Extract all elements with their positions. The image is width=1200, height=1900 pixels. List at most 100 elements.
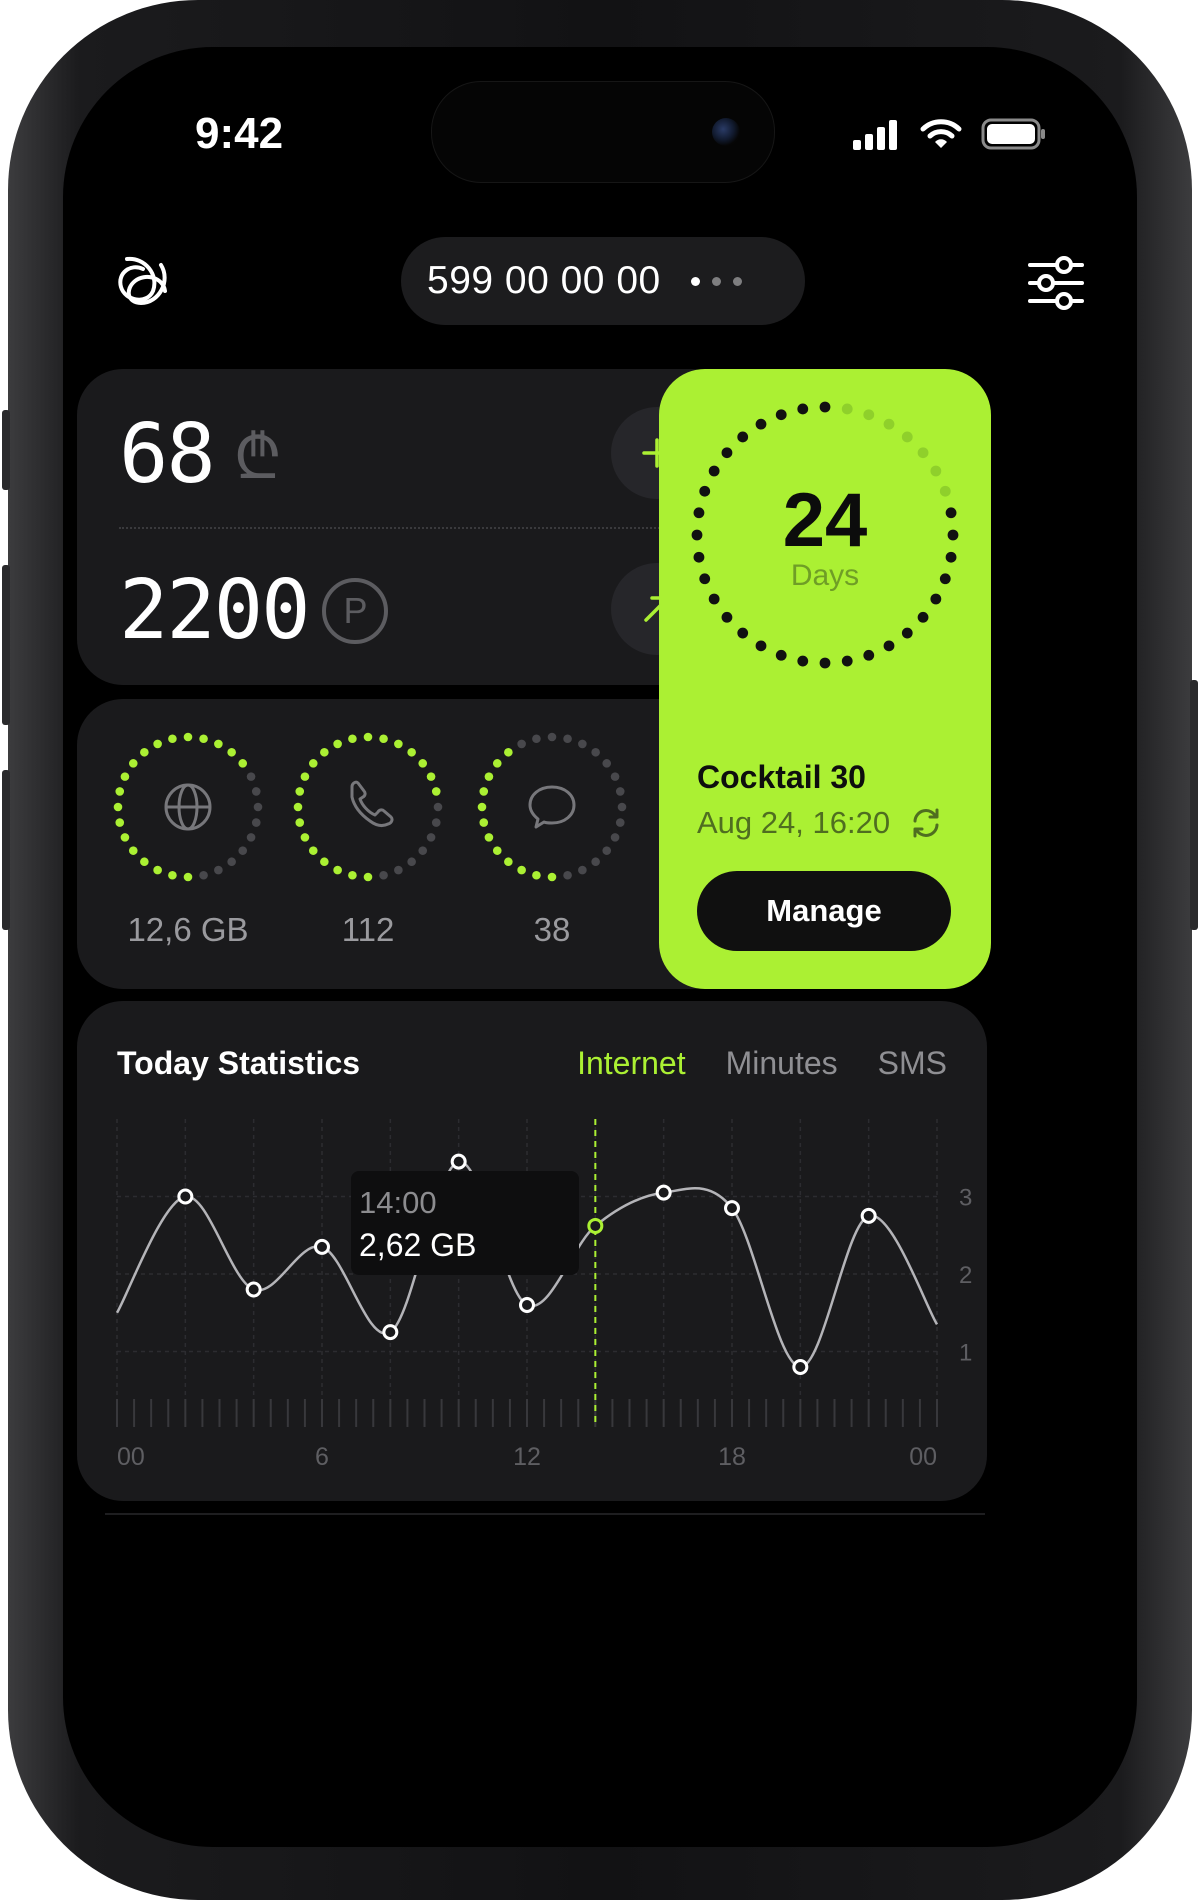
usage-ring-dot [617,802,627,812]
usage-ring-dot [295,787,305,796]
status-time: 9:42 [195,109,284,158]
points-symbol: P [343,589,368,631]
sms-usage[interactable]: 38 [467,729,637,949]
lari-currency-icon: ₾ [233,419,282,493]
days-remaining-value: 24 [782,478,868,563]
usage-ring-dot [251,818,261,827]
days-ring-dot [901,431,913,443]
data-point[interactable] [519,1297,535,1313]
days-ring-dot [863,409,875,421]
manage-button[interactable]: Manage [697,871,951,951]
days-ring-dot [819,657,831,669]
minutes-usage-value: 112 [341,911,395,948]
x-tick-label: 18 [718,1443,746,1471]
usage-ring-dot [140,747,149,757]
usage-ring-dot [602,846,612,855]
minutes-usage-ring [293,732,443,882]
days-ring-dot [917,447,929,459]
points-icon: P [322,577,389,644]
data-point[interactable] [860,1207,877,1224]
wifi-icon [920,119,962,148]
usage-ring-dot [333,739,342,749]
x-tick-label: 12 [513,1443,541,1471]
data-point[interactable] [314,1238,330,1255]
days-ring-dot [883,418,895,430]
usage-ring-dot [418,759,428,768]
usage-ring-dot [348,870,357,880]
divider [105,1513,985,1515]
data-point[interactable] [245,1281,262,1298]
points-balance: 2200 P [119,563,389,658]
usage-ring-dot [563,870,572,880]
usage-ring-dot [227,747,236,757]
usage-ring-dot [394,739,403,749]
usage-ring-dot [379,870,388,880]
usage-ring-dot [477,802,487,812]
app-screen: 9:42 599 00 00 00 68 ₾ 2200 P 12,6 GB 11… [63,47,1137,1847]
days-ring-dot [721,611,733,623]
data-point[interactable] [724,1200,740,1217]
page-dot [732,276,742,286]
usage-ring-dot [308,846,318,855]
usage-ring-dot [547,872,557,882]
points-value: 2200 [119,563,310,658]
usage-ring-dot [504,747,513,757]
signal-icon [853,120,897,150]
days-label: Days [790,559,860,592]
x-tick-label: 00 [909,1443,937,1471]
usage-ring-dot [320,747,329,757]
highlighted-data-point[interactable] [587,1217,604,1234]
usage-ring-dot [418,846,428,855]
internet-usage-ring [113,732,263,882]
status-icons [853,117,1047,151]
usage-ring-dot [547,732,557,742]
usage-ring-dot [426,772,436,781]
data-point[interactable] [177,1188,194,1205]
usage-ring-dot [140,857,149,867]
usage-ring-dot [484,833,494,842]
usage-ring-dot [120,772,130,781]
days-ring-dot [797,403,809,415]
days-ring-dot [841,655,853,667]
days-ring-dot [708,465,720,477]
usage-ring-dot [153,865,162,875]
y-tick-label: 3 [959,1185,972,1212]
internet-usage[interactable]: 12,6 GB [103,729,273,949]
phone-icon [350,780,394,828]
page-indicator [690,276,742,286]
usage-ring-dot [563,734,572,744]
usage-ring-dot [517,865,526,875]
data-point[interactable] [450,1153,467,1170]
days-ring-dot [883,640,895,652]
usage-ring-dot [610,833,620,842]
usage-card: 12,6 GB 112 38 [77,699,737,989]
usage-ring-dot [168,870,177,880]
usage-ring-dot [120,833,130,842]
usage-ring-dot [246,833,256,842]
days-ring-dot [737,627,749,639]
days-ring-dot [917,611,929,623]
usage-ring-dot [532,734,541,744]
settings-sliders-icon[interactable] [1026,253,1086,313]
plan-name: Cocktail 30 [697,759,866,795]
minutes-usage[interactable]: 112 [283,729,453,949]
usage-ring-dot [407,747,416,757]
data-point[interactable] [382,1324,399,1341]
days-ring-dot [841,403,853,415]
page-dot [690,276,700,286]
y-tick-label: 1 [959,1340,972,1367]
usage-ring-dot [394,865,403,875]
usage-ring-dot [492,846,502,855]
plan-card: 24 Days Cocktail 30 Aug 24, 16:20 Manage [659,369,991,989]
usage-ring-dot [199,734,208,744]
usage-ring-dot [300,772,310,781]
usage-ring-dot [615,818,625,827]
refresh-icon[interactable] [910,807,942,839]
days-ring-dot [819,401,831,413]
phone-number-selector[interactable]: 599 00 00 00 [401,237,805,325]
data-point[interactable] [792,1359,809,1375]
globe-icon [164,783,212,831]
divider [119,527,699,529]
data-point[interactable] [655,1184,672,1201]
usage-ring-dot [153,739,162,749]
